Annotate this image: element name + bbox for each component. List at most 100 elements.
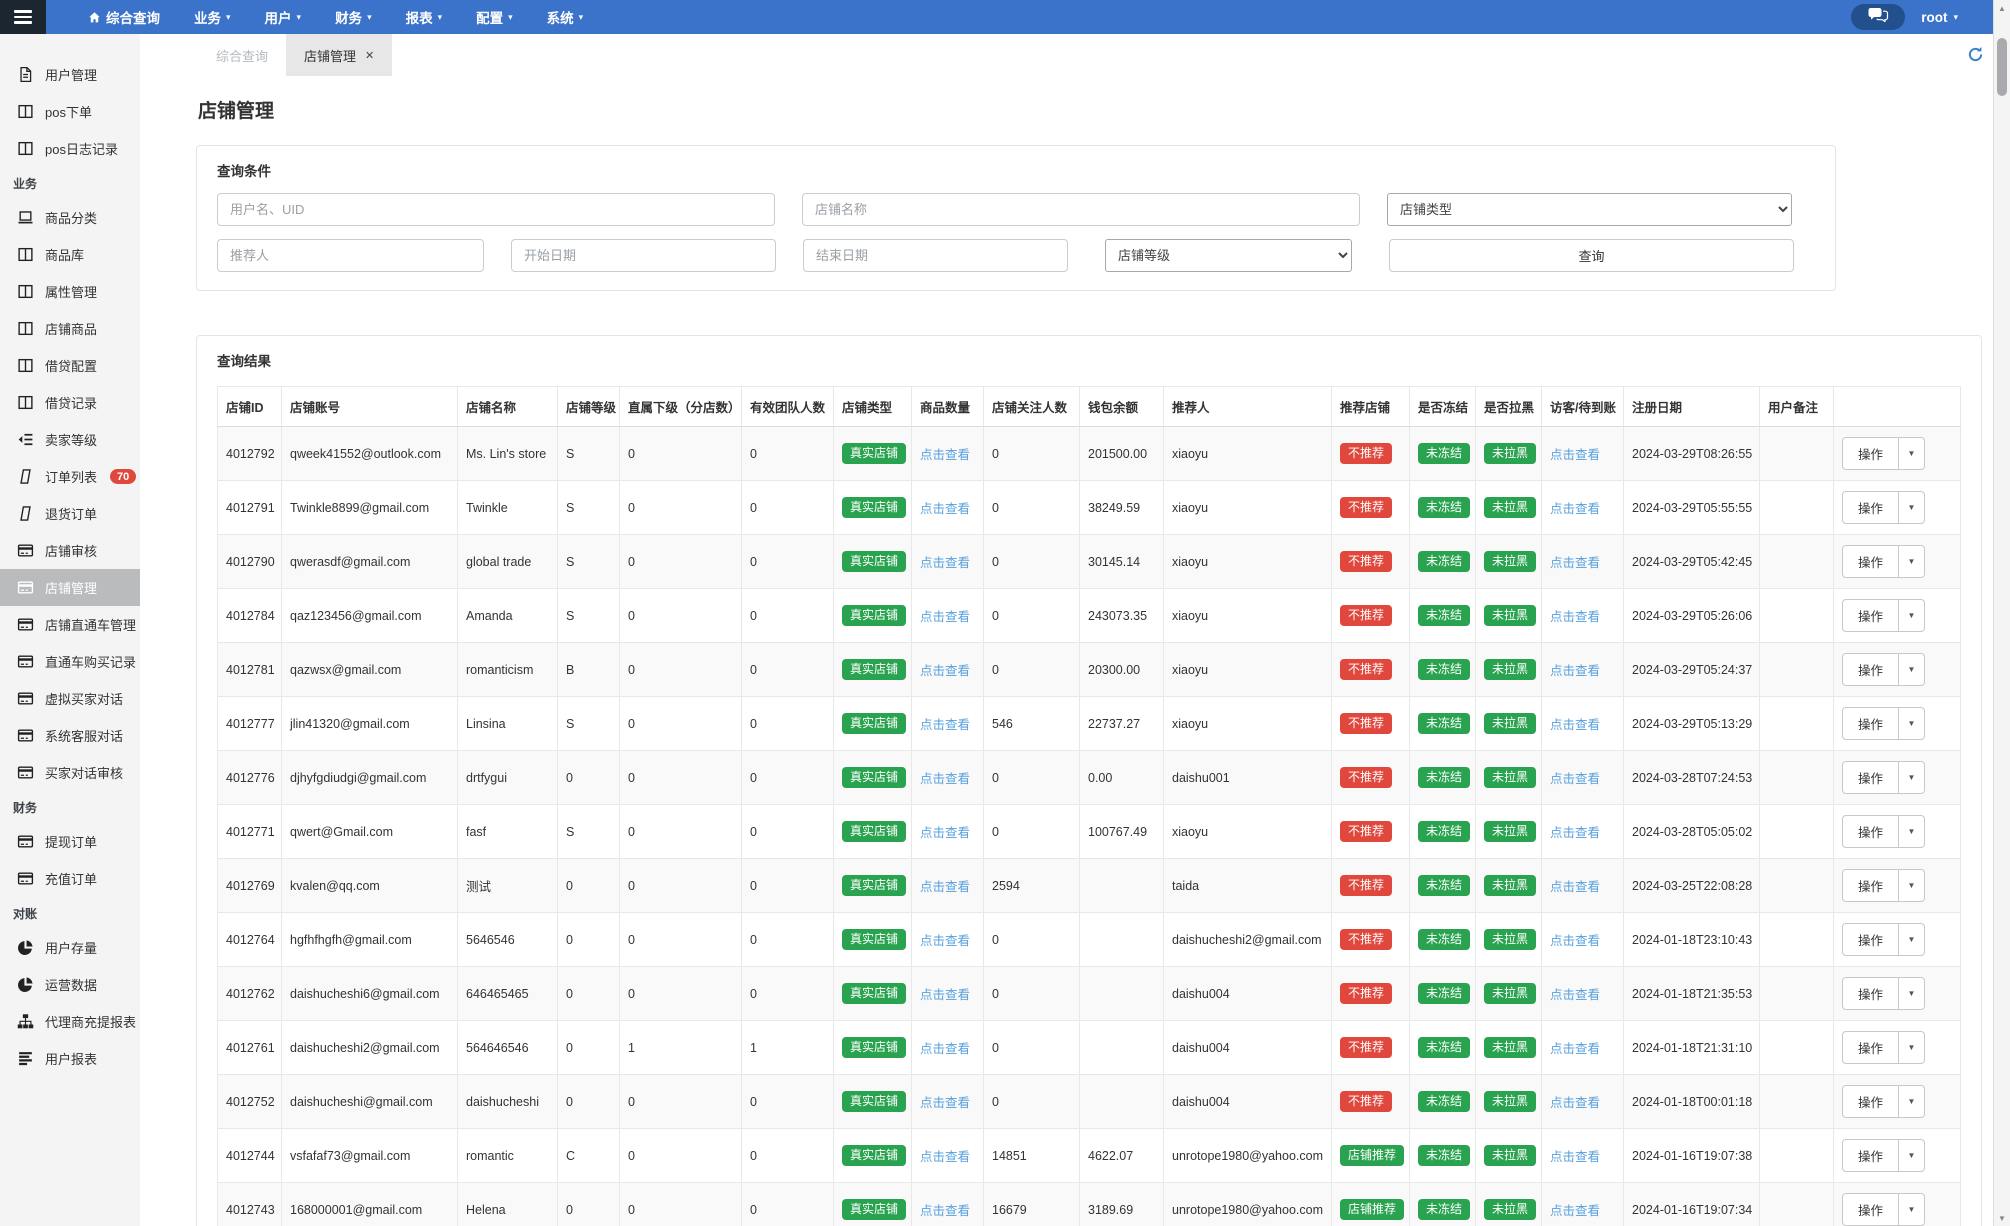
action-button[interactable]: 操作 ▼ — [1842, 815, 1926, 848]
end-date-input[interactable] — [803, 239, 1068, 272]
action-button-label[interactable]: 操作 — [1843, 816, 1900, 847]
action-button-label[interactable]: 操作 — [1843, 1140, 1900, 1171]
sidebar-item-用户报表[interactable]: 用户报表 — [0, 1040, 140, 1077]
action-dropdown-toggle[interactable]: ▼ — [1899, 654, 1924, 685]
menu-toggle-button[interactable] — [0, 0, 46, 34]
action-button-label[interactable]: 操作 — [1843, 978, 1900, 1009]
start-date-input[interactable] — [511, 239, 776, 272]
action-button[interactable]: 操作 ▼ — [1842, 653, 1926, 686]
sidebar-item-系统客服对话[interactable]: 系统客服对话 — [0, 717, 140, 754]
view-link[interactable]: 点击查看 — [920, 1096, 970, 1110]
view-link[interactable]: 点击查看 — [1550, 988, 1600, 1002]
action-dropdown-toggle[interactable]: ▼ — [1899, 870, 1924, 901]
sidebar-item-属性管理[interactable]: 属性管理 — [0, 273, 140, 310]
action-button-label[interactable]: 操作 — [1843, 762, 1900, 793]
view-link[interactable]: 点击查看 — [1550, 1150, 1600, 1164]
view-link[interactable]: 点击查看 — [920, 610, 970, 624]
sidebar-item-买家对话审核[interactable]: 买家对话审核 — [0, 754, 140, 791]
username-uid-input[interactable] — [217, 193, 775, 226]
action-button[interactable]: 操作 ▼ — [1842, 545, 1926, 578]
action-dropdown-toggle[interactable]: ▼ — [1899, 978, 1924, 1009]
view-link[interactable]: 点击查看 — [920, 556, 970, 570]
action-button-label[interactable]: 操作 — [1843, 600, 1900, 631]
action-dropdown-toggle[interactable]: ▼ — [1899, 1086, 1924, 1117]
action-button[interactable]: 操作 ▼ — [1842, 599, 1926, 632]
nav-item-综合查询[interactable]: 综合查询 — [88, 7, 160, 27]
action-button-label[interactable]: 操作 — [1843, 1032, 1900, 1063]
action-dropdown-toggle[interactable]: ▼ — [1899, 816, 1924, 847]
action-dropdown-toggle[interactable]: ▼ — [1899, 1032, 1924, 1063]
nav-item-系统[interactable]: 系统 ▾ — [547, 7, 584, 27]
messages-button[interactable] — [1851, 4, 1906, 30]
sidebar-item-运营数据[interactable]: 运营数据 — [0, 966, 140, 1003]
view-link[interactable]: 点击查看 — [1550, 880, 1600, 894]
action-dropdown-toggle[interactable]: ▼ — [1899, 1194, 1924, 1225]
shop-type-select[interactable]: 店铺类型 — [1387, 193, 1792, 226]
tab-店铺管理[interactable]: 店铺管理 ✕ — [286, 34, 393, 76]
search-button[interactable]: 查询 — [1389, 239, 1794, 272]
view-link[interactable]: 点击查看 — [920, 772, 970, 786]
view-link[interactable]: 点击查看 — [920, 880, 970, 894]
refresh-icon[interactable] — [1967, 46, 1984, 63]
sidebar-item-商品分类[interactable]: 商品分类 — [0, 199, 140, 236]
view-link[interactable]: 点击查看 — [1550, 934, 1600, 948]
view-link[interactable]: 点击查看 — [920, 664, 970, 678]
action-button-label[interactable]: 操作 — [1843, 1086, 1900, 1117]
action-button[interactable]: 操作 ▼ — [1842, 707, 1926, 740]
sidebar-item-pos下单[interactable]: pos下单 — [0, 93, 140, 130]
view-link[interactable]: 点击查看 — [920, 502, 970, 516]
sidebar-item-订单列表[interactable]: 订单列表 70 — [0, 458, 140, 495]
view-link[interactable]: 点击查看 — [920, 718, 970, 732]
sidebar-item-退货订单[interactable]: 退货订单 — [0, 495, 140, 532]
action-dropdown-toggle[interactable]: ▼ — [1899, 1140, 1924, 1171]
action-dropdown-toggle[interactable]: ▼ — [1899, 546, 1924, 577]
action-dropdown-toggle[interactable]: ▼ — [1899, 924, 1924, 955]
nav-item-配置[interactable]: 配置 ▾ — [476, 7, 513, 27]
action-button[interactable]: 操作 ▼ — [1842, 1193, 1926, 1226]
sidebar-item-提现订单[interactable]: 提现订单 — [0, 823, 140, 860]
action-button[interactable]: 操作 ▼ — [1842, 1085, 1926, 1118]
scrollbar-thumb[interactable] — [1997, 38, 2007, 96]
view-link[interactable]: 点击查看 — [920, 1042, 970, 1056]
action-button-label[interactable]: 操作 — [1843, 708, 1900, 739]
action-button[interactable]: 操作 ▼ — [1842, 977, 1926, 1010]
nav-item-用户[interactable]: 用户 ▾ — [265, 7, 302, 27]
action-button-label[interactable]: 操作 — [1843, 924, 1900, 955]
view-link[interactable]: 点击查看 — [920, 988, 970, 1002]
sidebar-item-充值订单[interactable]: 充值订单 — [0, 860, 140, 897]
tab-综合查询[interactable]: 综合查询 — [198, 34, 286, 76]
sidebar-item-借贷配置[interactable]: 借贷配置 — [0, 347, 140, 384]
action-button[interactable]: 操作 ▼ — [1842, 437, 1926, 470]
action-button[interactable]: 操作 ▼ — [1842, 1031, 1926, 1064]
action-button[interactable]: 操作 ▼ — [1842, 761, 1926, 794]
action-button-label[interactable]: 操作 — [1843, 438, 1900, 469]
action-dropdown-toggle[interactable]: ▼ — [1899, 762, 1924, 793]
sidebar-item-店铺审核[interactable]: 店铺审核 — [0, 532, 140, 569]
view-link[interactable]: 点击查看 — [920, 1150, 970, 1164]
scroll-up-icon[interactable]: ▲ — [1994, 0, 2010, 16]
sidebar-item-代理商充提报表[interactable]: 代理商充提报表 — [0, 1003, 140, 1040]
view-link[interactable]: 点击查看 — [920, 448, 970, 462]
action-dropdown-toggle[interactable]: ▼ — [1899, 708, 1924, 739]
view-link[interactable]: 点击查看 — [1550, 556, 1600, 570]
view-link[interactable]: 点击查看 — [1550, 448, 1600, 462]
view-link[interactable]: 点击查看 — [920, 934, 970, 948]
view-link[interactable]: 点击查看 — [1550, 718, 1600, 732]
shop-level-select[interactable]: 店铺等级 — [1105, 239, 1352, 272]
sidebar-item-虚拟买家对话[interactable]: 虚拟买家对话 — [0, 680, 140, 717]
view-link[interactable]: 点击查看 — [1550, 826, 1600, 840]
vertical-scrollbar[interactable]: ▲ ▼ — [1993, 0, 2010, 1226]
action-button[interactable]: 操作 ▼ — [1842, 491, 1926, 524]
view-link[interactable]: 点击查看 — [1550, 1042, 1600, 1056]
shop-name-input[interactable] — [802, 193, 1360, 226]
user-menu[interactable]: root ▾ — [1921, 10, 1958, 25]
sidebar-item-卖家等级[interactable]: 卖家等级 — [0, 421, 140, 458]
action-dropdown-toggle[interactable]: ▼ — [1899, 438, 1924, 469]
referrer-input[interactable] — [217, 239, 484, 272]
view-link[interactable]: 点击查看 — [920, 826, 970, 840]
action-button-label[interactable]: 操作 — [1843, 1194, 1900, 1225]
sidebar-item-用户存量[interactable]: 用户存量 — [0, 929, 140, 966]
nav-item-业务[interactable]: 业务 ▾ — [194, 7, 231, 27]
action-button[interactable]: 操作 ▼ — [1842, 1139, 1926, 1172]
action-button[interactable]: 操作 ▼ — [1842, 869, 1926, 902]
